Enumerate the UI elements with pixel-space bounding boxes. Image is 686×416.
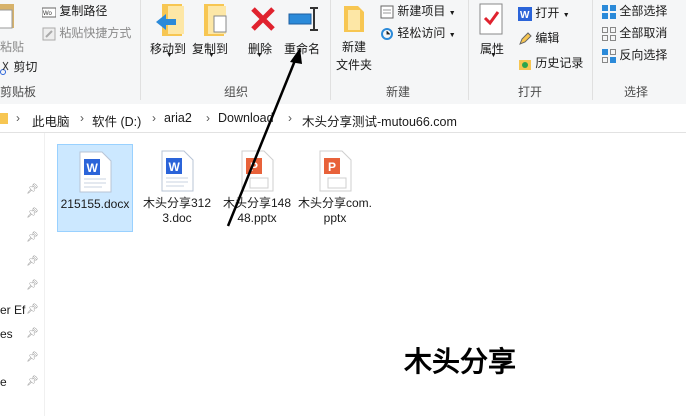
- annotation-arrow: [226, 48, 302, 227]
- watermark-text: 木头分享: [404, 345, 517, 378]
